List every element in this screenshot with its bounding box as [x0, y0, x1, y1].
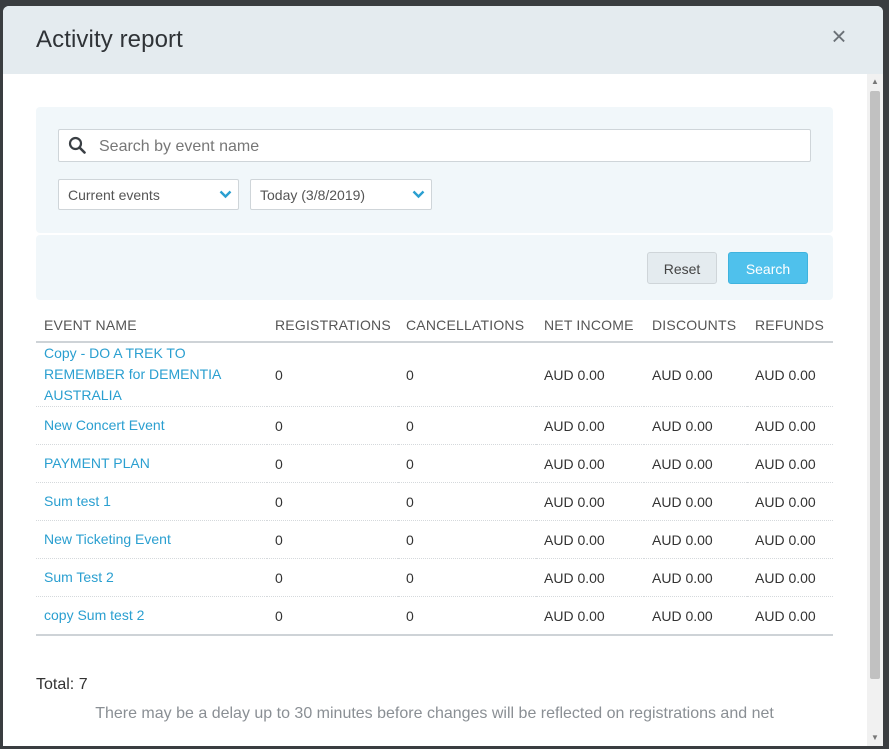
- registrations-cell: 0: [267, 406, 398, 445]
- event-link[interactable]: Sum test 1: [44, 493, 111, 509]
- column-header-refunds: REFUNDS: [747, 309, 833, 343]
- refunds-cell: AUD 0.00: [747, 482, 833, 521]
- chevron-down-icon: [412, 190, 425, 199]
- registrations-cell: 0: [267, 342, 398, 407]
- scrollbar[interactable]: ▲ ▼: [867, 74, 883, 746]
- date-range-select[interactable]: Today (3/8/2019): [250, 179, 432, 210]
- discounts-cell: AUD 0.00: [644, 558, 747, 597]
- column-header-net-income: NET INCOME: [536, 309, 644, 343]
- scroll-up-icon[interactable]: ▲: [867, 74, 883, 90]
- column-header-cancellations: CANCELLATIONS: [398, 309, 536, 343]
- cancellations-cell: 0: [398, 482, 536, 521]
- event-link[interactable]: Copy - DO A TREK TO REMEMBER for DEMENTI…: [44, 345, 221, 403]
- registrations-cell: 0: [267, 558, 398, 597]
- net-income-cell: AUD 0.00: [536, 520, 644, 559]
- refunds-cell: AUD 0.00: [747, 558, 833, 597]
- event-link[interactable]: Sum Test 2: [44, 569, 114, 585]
- cancellations-cell: 0: [398, 558, 536, 597]
- column-header-discounts: DISCOUNTS: [644, 309, 747, 343]
- event-scope-select[interactable]: Current events: [58, 179, 239, 210]
- search-panel: Current events Today (3/8/2019): [36, 107, 833, 233]
- reset-button[interactable]: Reset: [647, 252, 717, 284]
- refunds-cell: AUD 0.00: [747, 342, 833, 407]
- table-row: New Concert Event 0 0 AUD 0.00 AUD 0.00 …: [36, 406, 833, 445]
- scrollbar-thumb[interactable]: [870, 91, 880, 679]
- net-income-cell: AUD 0.00: [536, 406, 644, 445]
- table-row: Sum Test 2 0 0 AUD 0.00 AUD 0.00 AUD 0.0…: [36, 558, 833, 597]
- modal-header: Activity report ×: [3, 6, 883, 74]
- search-icon: [68, 136, 86, 154]
- refunds-cell: AUD 0.00: [747, 406, 833, 445]
- registrations-cell: 0: [267, 482, 398, 521]
- registrations-cell: 0: [267, 444, 398, 483]
- net-income-cell: AUD 0.00: [536, 482, 644, 521]
- refunds-cell: AUD 0.00: [747, 444, 833, 483]
- cancellations-cell: 0: [398, 406, 536, 445]
- delay-note: There may be a delay up to 30 minutes be…: [95, 705, 774, 722]
- activity-report-modal: Activity report × Current events Today (…: [3, 6, 883, 746]
- discounts-cell: AUD 0.00: [644, 406, 747, 445]
- scroll-down-icon[interactable]: ▼: [867, 730, 883, 746]
- table-row: New Ticketing Event 0 0 AUD 0.00 AUD 0.0…: [36, 520, 833, 559]
- cancellations-cell: 0: [398, 596, 536, 636]
- registrations-cell: 0: [267, 520, 398, 559]
- total-count: Total: 7: [36, 676, 88, 693]
- net-income-cell: AUD 0.00: [536, 342, 644, 407]
- search-button[interactable]: Search: [728, 252, 808, 284]
- close-icon[interactable]: ×: [828, 23, 850, 49]
- action-panel: Reset Search: [36, 235, 833, 300]
- event-link[interactable]: New Ticketing Event: [44, 531, 171, 547]
- table-header-row: EVENT NAME REGISTRATIONS CANCELLATIONS N…: [36, 309, 833, 343]
- discounts-cell: AUD 0.00: [644, 520, 747, 559]
- table-row: Sum test 1 0 0 AUD 0.00 AUD 0.00 AUD 0.0…: [36, 482, 833, 521]
- net-income-cell: AUD 0.00: [536, 596, 644, 636]
- table-row: PAYMENT PLAN 0 0 AUD 0.00 AUD 0.00 AUD 0…: [36, 444, 833, 483]
- discounts-cell: AUD 0.00: [644, 482, 747, 521]
- net-income-cell: AUD 0.00: [536, 444, 644, 483]
- search-input[interactable]: [97, 130, 801, 163]
- discounts-cell: AUD 0.00: [644, 596, 747, 636]
- column-header-event-name: EVENT NAME: [36, 309, 267, 343]
- cancellations-cell: 0: [398, 444, 536, 483]
- column-header-registrations: REGISTRATIONS: [267, 309, 398, 343]
- event-scope-value: Current events: [68, 187, 160, 203]
- cancellations-cell: 0: [398, 520, 536, 559]
- discounts-cell: AUD 0.00: [644, 342, 747, 407]
- refunds-cell: AUD 0.00: [747, 596, 833, 636]
- event-link[interactable]: copy Sum test 2: [44, 607, 144, 623]
- modal-title: Activity report: [36, 26, 183, 53]
- event-link[interactable]: New Concert Event: [44, 417, 165, 433]
- chevron-down-icon: [219, 190, 232, 199]
- refunds-cell: AUD 0.00: [747, 520, 833, 559]
- table-row: Copy - DO A TREK TO REMEMBER for DEMENTI…: [36, 342, 833, 407]
- event-link[interactable]: PAYMENT PLAN: [44, 455, 150, 471]
- table-row: copy Sum test 2 0 0 AUD 0.00 AUD 0.00 AU…: [36, 596, 833, 636]
- discounts-cell: AUD 0.00: [644, 444, 747, 483]
- search-box[interactable]: [58, 129, 811, 163]
- net-income-cell: AUD 0.00: [536, 558, 644, 597]
- date-range-value: Today (3/8/2019): [260, 187, 366, 203]
- cancellations-cell: 0: [398, 342, 536, 407]
- registrations-cell: 0: [267, 596, 398, 636]
- activity-table: EVENT NAME REGISTRATIONS CANCELLATIONS N…: [36, 309, 833, 636]
